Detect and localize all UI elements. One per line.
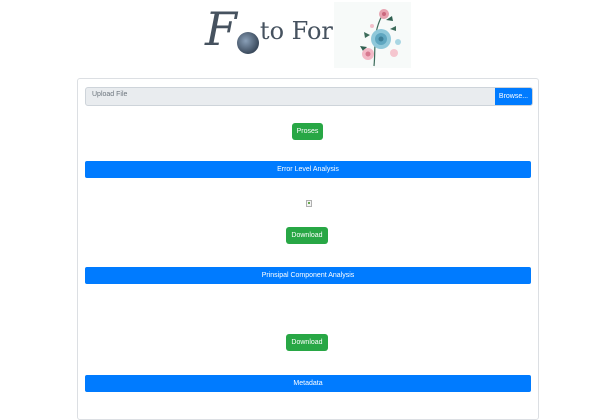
ela-result-image <box>306 200 312 207</box>
pca-download-button[interactable]: Download <box>286 334 328 351</box>
process-button[interactable]: Proses <box>292 123 323 140</box>
flower-bouquet-icon <box>334 2 411 68</box>
foto-forensik-logo: Fto Forensi <box>203 0 411 68</box>
upload-placeholder: Upload File <box>92 91 128 98</box>
forensic-panel: Upload File Browse... Proses Error Level… <box>77 78 539 420</box>
browse-button[interactable]: Browse... <box>495 88 532 105</box>
ela-section-header: Error Level Analysis <box>85 161 531 178</box>
logo-initial: F <box>205 2 237 56</box>
camera-lens-icon <box>236 31 259 54</box>
ela-download-button[interactable]: Download <box>286 227 328 244</box>
metadata-section-header: Metadata <box>85 375 531 392</box>
upload-file-input[interactable]: Upload File Browse... <box>85 87 533 106</box>
pca-section-header: Prinsipal Component Analysis <box>85 267 531 284</box>
